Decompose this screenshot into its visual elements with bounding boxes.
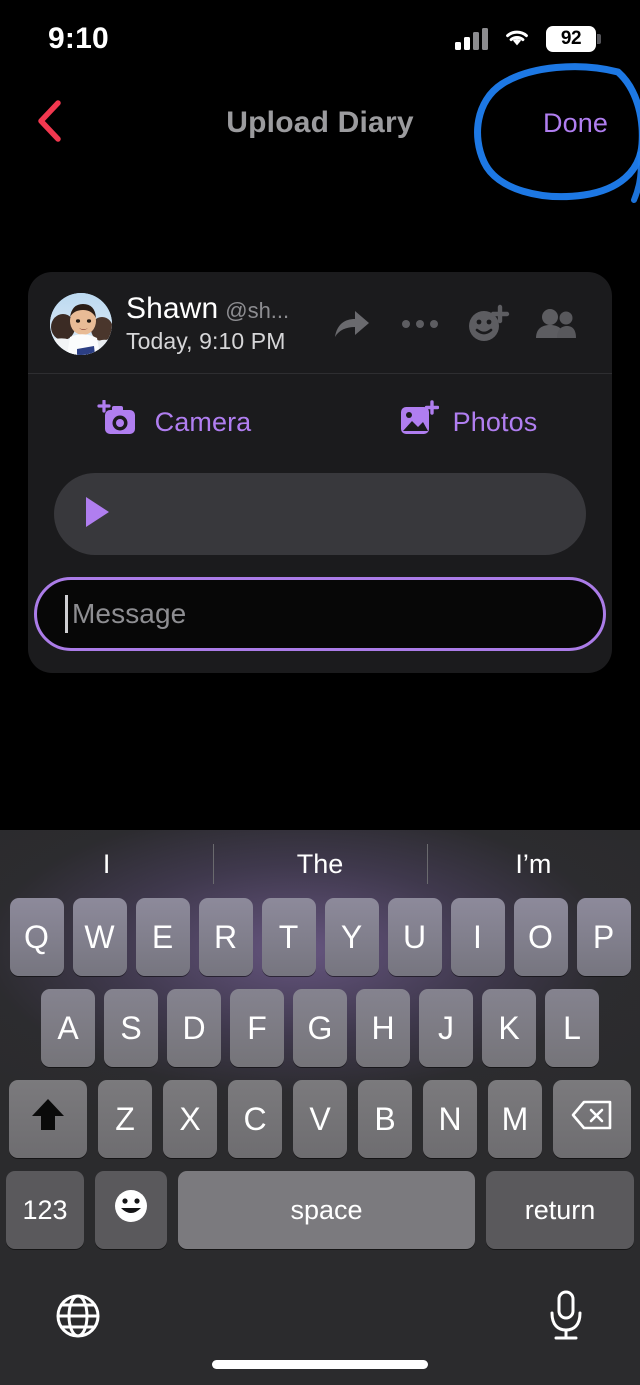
backspace-key[interactable]	[553, 1080, 631, 1158]
key-y[interactable]: Y	[324, 898, 379, 976]
key-e[interactable]: E	[135, 898, 190, 976]
photos-add-icon	[395, 400, 439, 445]
media-source-row: Camera Photos	[28, 374, 612, 469]
prediction-item-3[interactable]: I’m	[426, 830, 640, 898]
key-n[interactable]: N	[423, 1080, 477, 1158]
space-key[interactable]: space	[178, 1171, 475, 1249]
camera-button[interactable]: Camera	[28, 399, 320, 445]
avatar[interactable]	[50, 292, 112, 355]
cellular-signal-icon	[455, 28, 488, 50]
return-key[interactable]: return	[486, 1171, 634, 1249]
globe-icon[interactable]	[52, 1290, 104, 1347]
keyboard-row-1: Q W E R T Y U I O P	[6, 898, 634, 976]
status-bar: 9:10 92	[0, 0, 640, 78]
key-q[interactable]: Q	[9, 898, 64, 976]
share-icon[interactable]	[318, 296, 386, 352]
emoji-smiley-icon	[110, 1185, 152, 1235]
numbers-key[interactable]: 123	[6, 1171, 84, 1249]
navigation-bar: Upload Diary Done	[0, 92, 640, 154]
key-d[interactable]: D	[167, 989, 221, 1067]
status-indicators: 92	[455, 26, 601, 53]
key-f[interactable]: F	[230, 989, 284, 1067]
prediction-item-1[interactable]: I	[0, 830, 213, 898]
composer-card: Shawn @sh... Today, 9:10 PM Camera Photo…	[28, 272, 612, 673]
key-s[interactable]: S	[104, 989, 158, 1067]
key-i[interactable]: I	[450, 898, 505, 976]
text-caret	[65, 595, 68, 633]
battery-percent: 92	[560, 28, 582, 49]
emoji-key[interactable]	[95, 1171, 167, 1249]
shift-key[interactable]	[9, 1080, 87, 1158]
backspace-icon	[571, 1099, 613, 1139]
keyboard-row-4: 123 space return	[6, 1171, 634, 1249]
keyboard-row-3: Z X C V B N M	[6, 1080, 634, 1158]
key-o[interactable]: O	[513, 898, 568, 976]
card-header: Shawn @sh... Today, 9:10 PM	[28, 272, 612, 373]
post-timestamp: Today, 9:10 PM	[126, 328, 286, 354]
key-m[interactable]: M	[488, 1080, 542, 1158]
people-icon[interactable]	[522, 296, 590, 352]
author-handle: @sh...	[225, 298, 290, 323]
prediction-bar: I The I’m	[0, 830, 640, 898]
photos-label: Photos	[452, 407, 538, 437]
play-icon[interactable]	[82, 495, 112, 534]
wifi-icon	[502, 26, 532, 53]
key-g[interactable]: G	[293, 989, 347, 1067]
key-k[interactable]: K	[482, 989, 536, 1067]
key-x[interactable]: X	[163, 1080, 217, 1158]
shift-up-arrow-icon	[30, 1096, 66, 1142]
keyboard: I The I’m Q W E R T Y U I O P A S D F G …	[0, 830, 640, 1385]
battery-icon: 92	[546, 26, 601, 52]
keyboard-row-2: A S D F G H J K L	[6, 989, 634, 1067]
key-c[interactable]: C	[228, 1080, 282, 1158]
phone-screen: 9:10 92 Upload Diary Done Shawn @sh... T…	[0, 0, 640, 1385]
keyboard-rows: Q W E R T Y U I O P A S D F G H J K L Z …	[0, 898, 640, 1249]
audio-player[interactable]	[54, 473, 586, 555]
status-time: 9:10	[48, 22, 109, 55]
key-j[interactable]: J	[419, 989, 473, 1067]
key-u[interactable]: U	[387, 898, 442, 976]
key-l[interactable]: L	[545, 989, 599, 1067]
key-z[interactable]: Z	[98, 1080, 152, 1158]
author-info: Shawn @sh... Today, 9:10 PM	[126, 292, 289, 355]
message-placeholder: Message	[72, 598, 187, 629]
card-header-actions	[318, 296, 590, 352]
done-button[interactable]: Done	[543, 92, 608, 154]
microphone-icon[interactable]	[544, 1289, 588, 1348]
author-name: Shawn	[126, 292, 219, 325]
more-icon[interactable]	[386, 296, 454, 352]
key-b[interactable]: B	[358, 1080, 412, 1158]
prediction-item-2[interactable]: The	[213, 830, 426, 898]
key-r[interactable]: R	[198, 898, 253, 976]
key-a[interactable]: A	[41, 989, 95, 1067]
key-p[interactable]: P	[576, 898, 631, 976]
photos-button[interactable]: Photos	[320, 400, 612, 445]
camera-label: Camera	[154, 407, 252, 437]
key-v[interactable]: V	[293, 1080, 347, 1158]
camera-add-icon	[97, 399, 141, 445]
home-indicator	[212, 1360, 428, 1369]
keyboard-bottom-bar	[0, 1262, 640, 1374]
key-t[interactable]: T	[261, 898, 316, 976]
add-reaction-icon[interactable]	[454, 296, 522, 352]
key-h[interactable]: H	[356, 989, 410, 1067]
message-input[interactable]: Message	[34, 577, 606, 651]
key-w[interactable]: W	[72, 898, 127, 976]
